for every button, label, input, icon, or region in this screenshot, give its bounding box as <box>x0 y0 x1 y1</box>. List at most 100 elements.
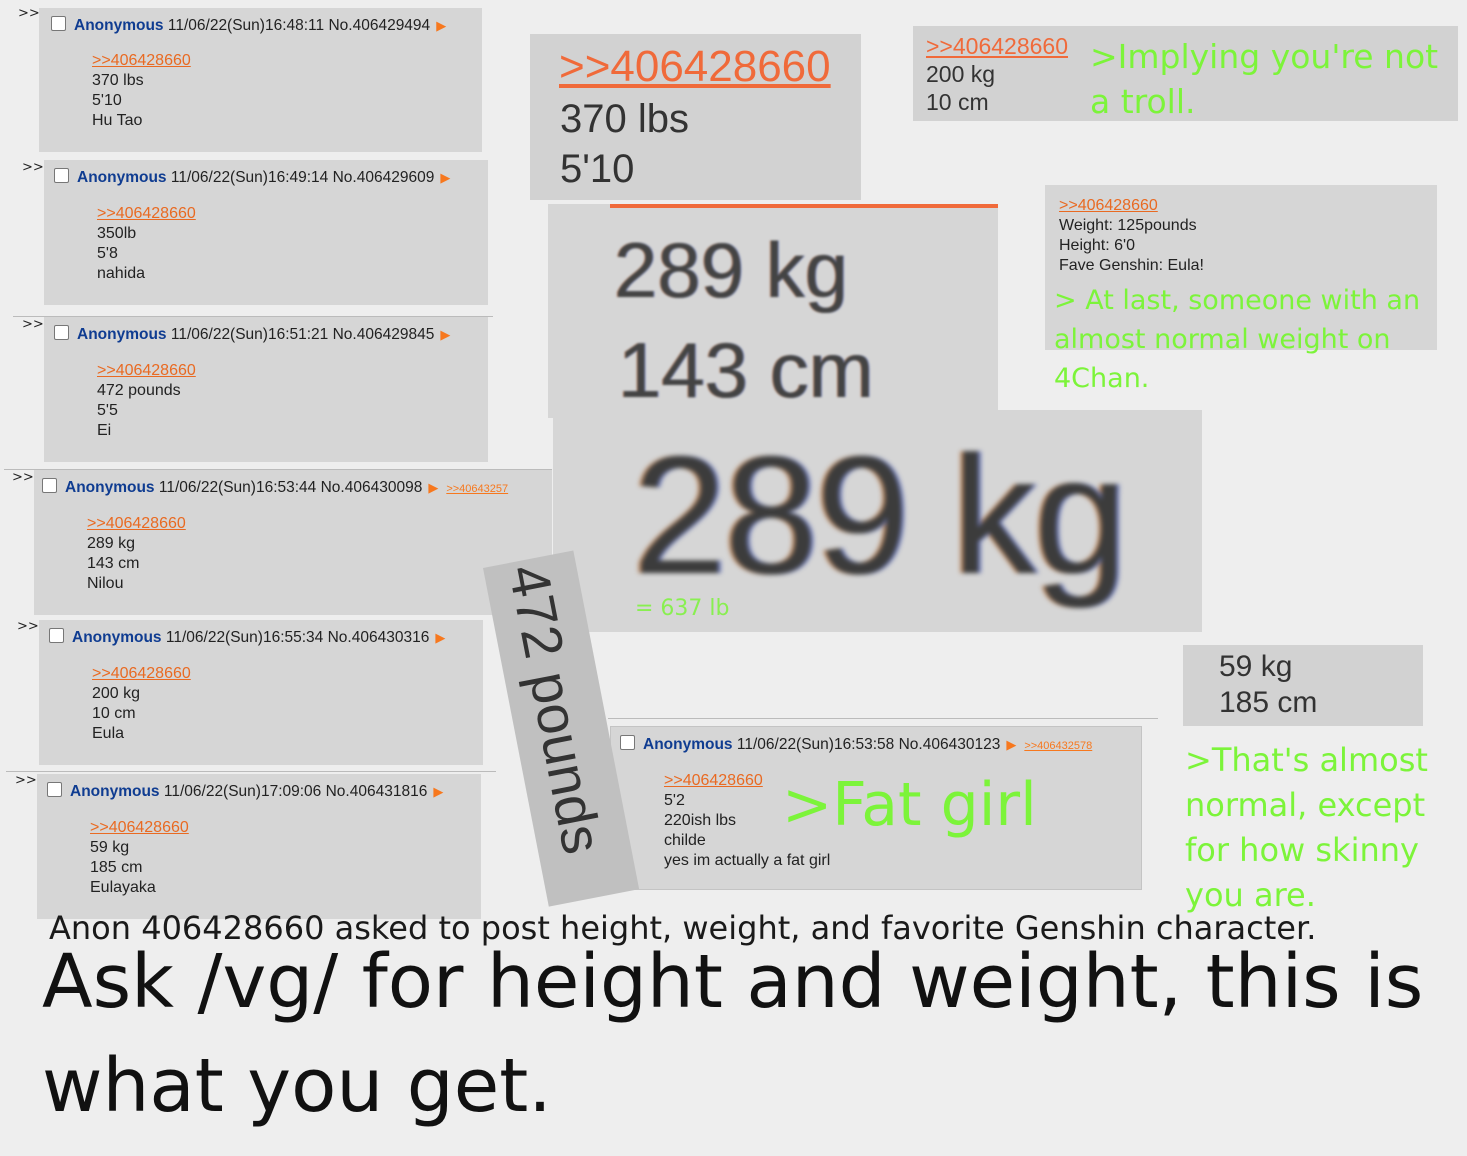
post-date: 11/06/22(Sun)17:09:06 <box>163 783 322 800</box>
post-body-box: Anonymous 11/06/22(Sun)16:49:14 No.40642… <box>44 160 488 305</box>
post-checkbox[interactable] <box>42 478 57 493</box>
quote-link[interactable]: >>406428660 <box>87 514 186 534</box>
fat-girl-comment: >Fat girl <box>782 770 1037 840</box>
zoom-eulayaka-panel: 59 kg 185 cm <box>1183 645 1423 726</box>
quote-link[interactable]: >>406428660 <box>97 361 196 381</box>
post-header: Anonymous 11/06/22(Sun)16:53:44 No.40643… <box>42 478 508 497</box>
reply-arrows: >> <box>12 470 34 485</box>
post-date: 11/06/22(Sun)16:53:44 <box>158 479 317 496</box>
zoom-height: 5'10 <box>560 147 635 191</box>
post-line: Eula <box>92 725 125 742</box>
post-text: >>406428660 350lb 5'8 nahida <box>97 204 196 284</box>
zoom-289-text: 289 kg <box>633 421 1127 609</box>
post-checkbox[interactable] <box>620 735 635 750</box>
zoom-quote-link: >>406428660 <box>559 42 831 91</box>
post-text: >>406428660 200 kg 10 cm Eula <box>92 664 191 744</box>
backlink[interactable]: >>40643257 <box>446 483 508 495</box>
post-date: 11/06/22(Sun)16:49:14 <box>170 169 329 186</box>
zoom-fave: Fave Genshin: Eula! <box>1059 257 1204 274</box>
post-header: Anonymous 11/06/22(Sun)17:09:06 No.40643… <box>47 782 443 801</box>
post-line: 200 kg <box>92 685 141 702</box>
quote-link[interactable]: >>406428660 <box>97 204 196 224</box>
post-header: Anonymous 11/06/22(Sun)16:55:34 No.40643… <box>49 628 445 647</box>
post-menu-arrow-icon[interactable]: ▶ <box>428 480 438 495</box>
post-text: >>406428660 370 lbs 5'10 Hu Tao <box>92 51 191 131</box>
zoom-hutao-panel: >>406428660 370 lbs 5'10 <box>530 34 861 200</box>
zoom-weight: 370 lbs <box>560 97 689 141</box>
post-body-box: Anonymous 11/06/22(Sun)16:48:11 No.40642… <box>39 8 482 152</box>
poster-name: Anonymous <box>65 479 155 496</box>
post-line: 59 kg <box>90 839 130 856</box>
post-body-box: Anonymous 11/06/22(Sun)16:55:34 No.40643… <box>39 620 483 765</box>
zoom-quote-link: >>406428660 <box>1059 197 1158 214</box>
divider <box>6 771 496 772</box>
reply-arrows: >> <box>18 6 40 21</box>
skinny-comment: >That's almost normal, except for how sk… <box>1185 741 1428 914</box>
reply-arrows: >> <box>22 317 44 332</box>
quote-link[interactable]: >>406428660 <box>90 818 189 838</box>
poster-name: Anonymous <box>72 629 162 646</box>
post-checkbox[interactable] <box>54 325 69 340</box>
reply-arrows: >> <box>17 619 39 634</box>
post-line: 350lb <box>97 225 137 242</box>
post-menu-arrow-icon[interactable]: ▶ <box>435 630 445 645</box>
troll-comment: >Implying you're not a troll. <box>1090 37 1439 121</box>
reply-arrows: >> <box>15 773 37 788</box>
zoom-height: 10 cm <box>926 89 989 115</box>
post-header: Anonymous 11/06/22(Sun)16:49:14 No.40642… <box>54 168 450 187</box>
post-line: 5'8 <box>97 245 118 262</box>
zoom-289-panel: 289 kg = 637 lb <box>553 410 1202 632</box>
quote-link[interactable]: >>406428660 <box>92 664 191 684</box>
post-line: Ei <box>97 422 112 439</box>
poster-name: Anonymous <box>74 17 164 34</box>
zoom-eula-panel: >>406428660 200 kg 10 cm >Implying you'r… <box>913 26 1458 121</box>
post-line: 143 cm <box>87 555 140 572</box>
reply-arrows: >> <box>22 160 44 175</box>
post-number[interactable]: No.406429494 <box>328 17 430 34</box>
post-checkbox[interactable] <box>47 782 62 797</box>
post-menu-arrow-icon[interactable]: ▶ <box>436 18 446 33</box>
post-number[interactable]: No.406430123 <box>899 736 1001 753</box>
orange-underline <box>610 204 998 208</box>
zoom-weight: 59 kg <box>1219 650 1293 683</box>
post-header: Anonymous 11/06/22(Sun)16:48:11 No.40642… <box>51 16 446 35</box>
divider <box>608 718 1158 719</box>
post-checkbox[interactable] <box>54 168 69 183</box>
post-menu-arrow-icon[interactable]: ▶ <box>433 784 443 799</box>
post-text: >>406428660 59 kg 185 cm Eulayaka <box>90 818 189 898</box>
post-date: 11/06/22(Sun)16:48:11 <box>167 17 325 34</box>
backlink[interactable]: >>406432578 <box>1024 740 1092 752</box>
post-header: Anonymous 11/06/22(Sun)16:53:58 No.40643… <box>620 735 1092 754</box>
poster-name: Anonymous <box>77 169 167 186</box>
post-line: 370 lbs <box>92 72 144 89</box>
poster-name: Anonymous <box>70 783 160 800</box>
post-line: Nilou <box>87 575 124 592</box>
post-line: Eulayaka <box>90 879 156 896</box>
post-number[interactable]: No.406430316 <box>328 629 430 646</box>
post-checkbox[interactable] <box>51 16 66 31</box>
post-menu-arrow-icon[interactable]: ▶ <box>440 327 450 342</box>
post-menu-arrow-icon[interactable]: ▶ <box>1006 737 1016 752</box>
poster-name: Anonymous <box>643 736 733 753</box>
post-date: 11/06/22(Sun)16:55:34 <box>165 629 324 646</box>
post-header: Anonymous 11/06/22(Sun)16:51:21 No.40642… <box>54 325 450 344</box>
post-line: 472 pounds <box>97 382 181 399</box>
caption-big: Ask /vg/ for height and weight, this is … <box>42 939 1424 1129</box>
post-menu-arrow-icon[interactable]: ▶ <box>440 170 450 185</box>
post-checkbox[interactable] <box>49 628 64 643</box>
post-text: >>406428660 472 pounds 5'5 Ei <box>97 361 196 441</box>
post-number[interactable]: No.406429845 <box>333 326 435 343</box>
post-line: 185 cm <box>90 859 143 876</box>
post-line: Hu Tao <box>92 112 143 129</box>
post-line: 5'5 <box>97 402 118 419</box>
post-text: >>406428660 289 kg 143 cm Nilou <box>87 514 186 594</box>
post-number[interactable]: No.406429609 <box>333 169 435 186</box>
post-number[interactable]: No.406430098 <box>321 479 423 496</box>
post-line: 289 kg <box>87 535 136 552</box>
post-number[interactable]: No.406431816 <box>326 783 428 800</box>
quote-link[interactable]: >>406428660 <box>92 51 191 71</box>
post-line: 5'10 <box>92 92 122 109</box>
post-body-box: Anonymous 11/06/22(Sun)16:51:21 No.40642… <box>44 317 488 462</box>
zoom-height: 143 cm <box>618 326 874 414</box>
post-date: 11/06/22(Sun)16:51:21 <box>170 326 329 343</box>
